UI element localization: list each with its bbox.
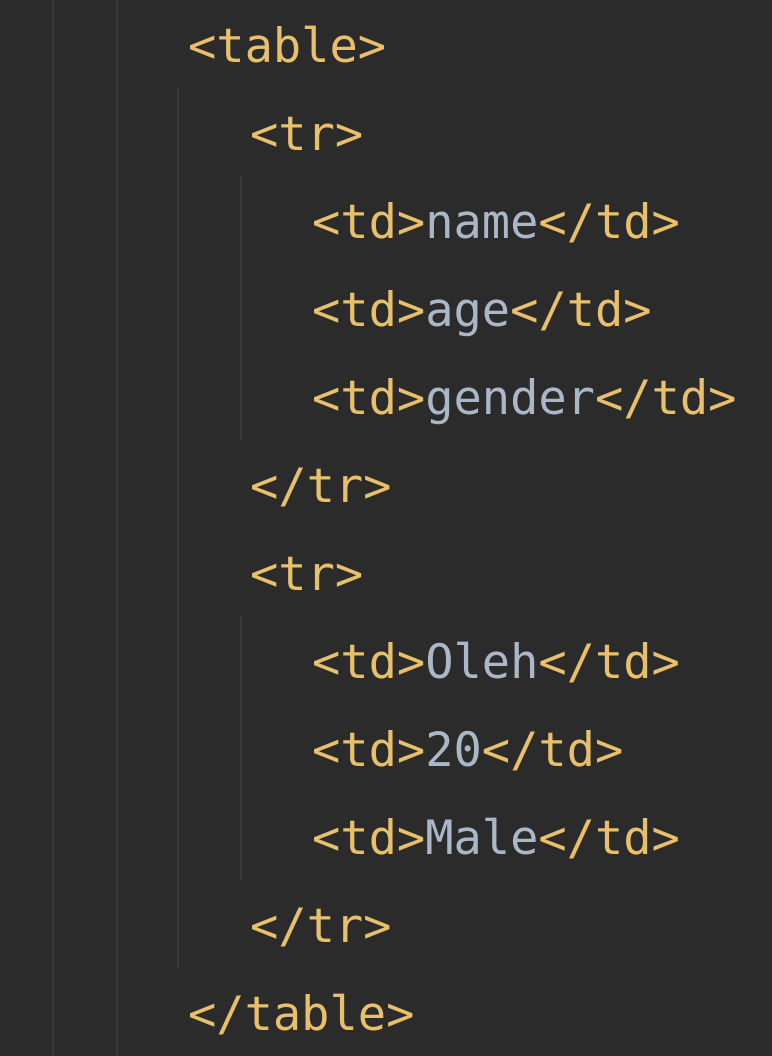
- html-tag: </tr>: [250, 899, 392, 954]
- html-tag: <td>: [312, 811, 426, 866]
- html-tag: </td>: [538, 195, 680, 250]
- code-line-tr-open: <tr>: [0, 91, 363, 179]
- html-tag: <td>: [312, 723, 426, 778]
- code-line-table-close: </table>: [0, 971, 414, 1056]
- html-tag: </td>: [538, 635, 680, 690]
- code-editor[interactable]: <table> <tr> <td>name</td> <td>age</td> …: [0, 0, 772, 1056]
- code-line-td: <td>20</td>: [0, 707, 623, 795]
- html-tag: <tr>: [250, 547, 364, 602]
- cell-text: Oleh: [425, 635, 539, 690]
- cell-text: age: [425, 283, 511, 338]
- code-line-table-open: <table>: [0, 3, 386, 91]
- code-line-td: <td>name</td>: [0, 179, 680, 267]
- cell-text: name: [425, 195, 539, 250]
- code-line-td: <td>Oleh</td>: [0, 619, 680, 707]
- code-line-td: <td>gender</td>: [0, 355, 736, 443]
- html-tag: </td>: [594, 371, 737, 426]
- code-line-tr-close: </tr>: [0, 443, 391, 531]
- html-tag: <td>: [312, 635, 426, 690]
- html-tag: </td>: [481, 723, 624, 778]
- code-line-td: <td>Male</td>: [0, 795, 680, 883]
- cell-text: Male: [425, 811, 539, 866]
- html-tag: <td>: [312, 371, 426, 426]
- cell-text: gender: [425, 371, 595, 426]
- code-line-tr-open: <tr>: [0, 531, 363, 619]
- cell-text: 20: [425, 723, 482, 778]
- html-tag: </tr>: [250, 459, 392, 514]
- html-tag: <td>: [312, 283, 426, 338]
- html-tag: </td>: [510, 283, 652, 338]
- html-tag: </td>: [538, 811, 680, 866]
- html-tag: <td>: [312, 195, 426, 250]
- html-tag: <tr>: [250, 107, 364, 162]
- html-tag: </table>: [188, 987, 415, 1042]
- code-line-tr-close: </tr>: [0, 883, 391, 971]
- html-tag: <table>: [188, 19, 387, 74]
- code-line-td: <td>age</td>: [0, 267, 652, 355]
